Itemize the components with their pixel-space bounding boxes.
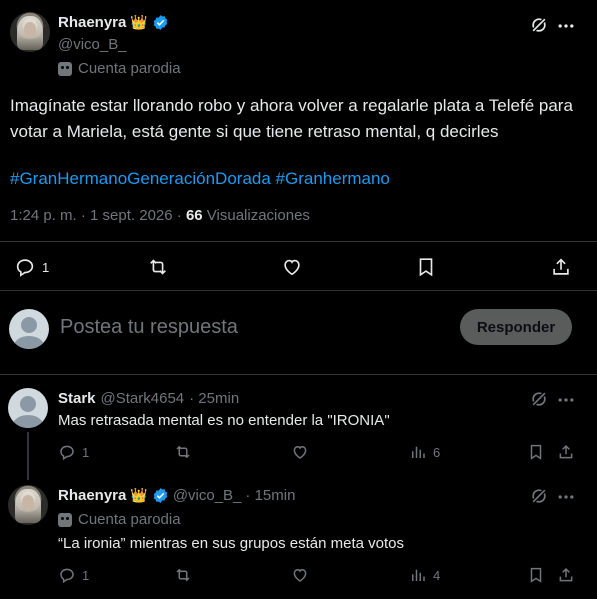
tweet-timestamp[interactable]: 1:24 p. m. · 1 sept. 2026 · [10, 207, 182, 224]
reply-text: “La ironia” mientras en sus grupos están… [58, 535, 405, 552]
parody-label-row: Cuenta parodia [58, 511, 181, 528]
crown-emoji: 👑 [130, 14, 148, 30]
bookmark-icon[interactable] [527, 566, 545, 584]
parody-label-row: Cuenta parodia [58, 60, 181, 77]
views-count: 66 [185, 207, 203, 224]
reply-icon [58, 566, 76, 584]
views-count: 6 [433, 444, 441, 460]
reply-time[interactable]: · 15min [245, 487, 295, 504]
parody-label: Cuenta parodia [78, 511, 181, 528]
grok-icon[interactable] [529, 389, 549, 409]
display-name[interactable]: Rhaenyra [58, 14, 126, 31]
verified-badge-icon [152, 14, 169, 31]
views-action[interactable]: 6 [409, 443, 440, 461]
more-icon[interactable] [556, 16, 576, 36]
like-icon[interactable] [291, 566, 309, 584]
own-avatar [9, 309, 49, 349]
views-action[interactable]: 4 [409, 566, 440, 584]
display-name[interactable]: Stark [58, 390, 96, 407]
reply-action[interactable]: 1 [58, 443, 89, 461]
avatar[interactable] [8, 388, 48, 428]
reply-header: Stark @Stark4654 · 25min [58, 390, 239, 407]
grok-icon[interactable] [529, 486, 549, 506]
reply-input[interactable]: Postea tu respuesta [60, 316, 238, 339]
reply-count: 1 [82, 567, 90, 583]
like-icon[interactable] [291, 443, 309, 461]
reply-count: 1 [82, 444, 90, 460]
reply-time[interactable]: · 25min [189, 390, 239, 407]
divider [0, 290, 597, 291]
hashtag-link[interactable]: #GranHermanoGeneraciónDorada [10, 169, 271, 188]
share-icon[interactable] [557, 566, 575, 584]
verified-badge-icon [152, 487, 169, 504]
more-icon[interactable] [556, 390, 576, 410]
thread-line [27, 432, 29, 480]
parody-mask-icon [58, 61, 72, 76]
hashtags: #GranHermanoGeneraciónDorada #Granherman… [10, 166, 390, 192]
divider [0, 241, 597, 242]
share-icon[interactable] [557, 443, 575, 461]
reply-text: Mas retrasada mental es no entender la "… [58, 412, 390, 429]
tweet-meta: 1:24 p. m. · 1 sept. 2026 · 66 Visualiza… [10, 207, 310, 224]
like-icon[interactable] [281, 256, 303, 278]
author-handle[interactable]: @vico_B_ [173, 487, 242, 504]
hashtag-link[interactable]: #Granhermano [276, 169, 390, 188]
reply-count: 1 [42, 259, 50, 275]
views-icon [409, 443, 427, 461]
divider [0, 374, 597, 375]
reply-action[interactable]: 1 [58, 566, 89, 584]
avatar[interactable] [10, 12, 50, 52]
retweet-icon[interactable] [174, 443, 192, 461]
reply-icon [58, 443, 76, 461]
display-name[interactable]: Rhaenyra [58, 487, 126, 504]
parody-label: Cuenta parodia [78, 60, 181, 77]
parody-mask-icon [58, 512, 72, 527]
bookmark-icon[interactable] [415, 256, 437, 278]
tweet-text: Imagínate estar llorando robo y ahora vo… [10, 96, 573, 141]
share-icon[interactable] [550, 256, 572, 278]
crown-emoji: 👑 [130, 487, 148, 503]
views-label: Visualizaciones [206, 207, 310, 224]
more-icon[interactable] [556, 487, 576, 507]
views-count: 4 [433, 567, 441, 583]
author-handle[interactable]: @Stark4654 [101, 390, 185, 407]
views-icon [409, 566, 427, 584]
retweet-icon[interactable] [174, 566, 192, 584]
author-handle[interactable]: @vico_B_ [58, 36, 127, 53]
reply-button[interactable]: Responder [460, 309, 572, 345]
reply-icon [14, 256, 36, 278]
reply-header: Rhaenyra 👑 @vico_B_ · 15min [58, 487, 295, 504]
reply-action[interactable]: 1 [14, 256, 49, 278]
bookmark-icon[interactable] [527, 443, 545, 461]
grok-icon[interactable] [529, 15, 549, 35]
retweet-icon[interactable] [147, 256, 169, 278]
avatar[interactable] [8, 485, 48, 525]
author-name-row: Rhaenyra 👑 [58, 14, 169, 31]
